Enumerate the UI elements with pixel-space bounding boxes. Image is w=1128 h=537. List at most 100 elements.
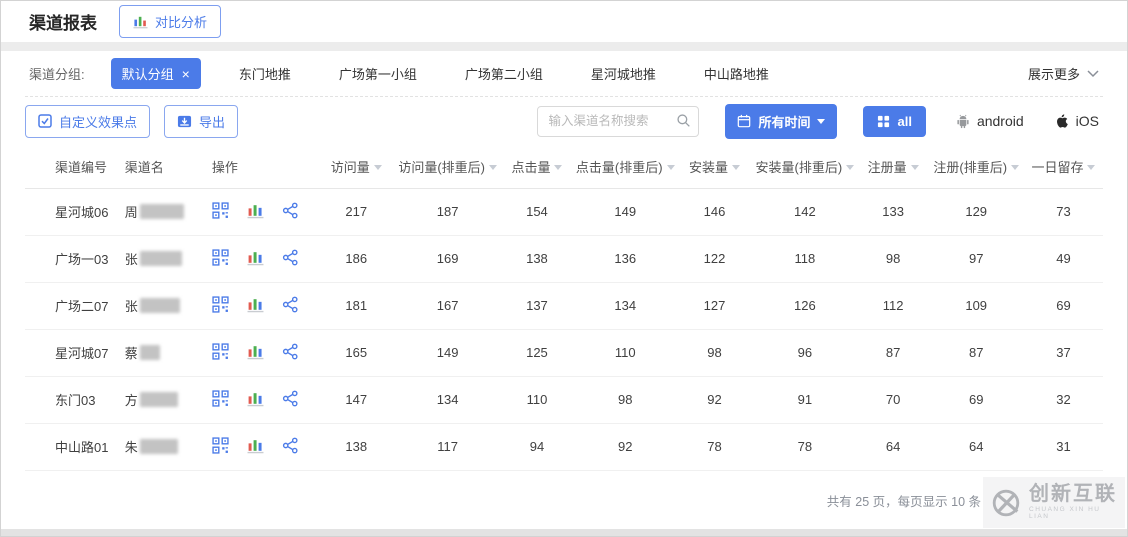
bar-chart-icon[interactable]: [247, 390, 264, 407]
channel-name-cell: 朱: [124, 423, 212, 471]
selected-group-label: 默认分组: [121, 67, 174, 82]
platform-android-button[interactable]: android: [956, 113, 1024, 129]
metric-cell: 87: [928, 329, 1024, 377]
bar-chart-icon[interactable]: [247, 296, 264, 313]
share-icon[interactable]: [282, 296, 299, 313]
platform-ios-label: iOS: [1075, 113, 1099, 129]
metric-cell: 96: [751, 329, 858, 377]
redacted-name-block: [139, 298, 180, 313]
sort-icon[interactable]: [488, 163, 497, 170]
export-button[interactable]: 导出: [164, 104, 239, 138]
remove-group-icon[interactable]: ×: [182, 67, 190, 81]
column-label: 注册量: [867, 159, 907, 175]
toolbar: 自定义效果点 导出 所有时间: [1, 97, 1127, 145]
column-header-6[interactable]: 点击量(排重后): [573, 145, 678, 189]
sort-icon[interactable]: [846, 163, 855, 170]
metric-cell: 187: [394, 188, 501, 236]
group-tab-2[interactable]: 广场第二小组: [465, 64, 543, 83]
group-tab-1[interactable]: 广场第一小组: [339, 64, 417, 83]
metric-cell: 87: [857, 329, 929, 377]
column-header-8[interactable]: 安装量(排重后): [751, 145, 858, 189]
channel-id-cell: 星河城06: [25, 188, 125, 236]
metric-cell: 136: [573, 235, 678, 283]
metric-cell: 110: [500, 376, 574, 424]
export-icon: [177, 115, 192, 127]
sort-icon[interactable]: [1011, 163, 1020, 170]
group-tab-0[interactable]: 东门地推: [239, 64, 291, 83]
sort-icon[interactable]: [910, 163, 919, 170]
qrcode-icon[interactable]: [212, 389, 229, 407]
column-header-7[interactable]: 安装量: [677, 145, 752, 189]
apple-icon: [1056, 114, 1068, 128]
column-label: 访问量(排重后): [398, 159, 485, 175]
row-actions-cell: [211, 188, 318, 236]
column-header-10[interactable]: 注册(排重后): [928, 145, 1024, 189]
metric-cell: 64: [928, 423, 1024, 471]
share-icon[interactable]: [282, 390, 299, 407]
bar-chart-icon[interactable]: [247, 343, 264, 360]
channel-name-text: 张: [124, 299, 138, 314]
share-icon[interactable]: [282, 343, 299, 360]
metric-cell: 138: [317, 423, 395, 471]
channel-search-input[interactable]: [537, 105, 700, 137]
group-tab-4[interactable]: 中山路地推: [704, 64, 769, 83]
column-header-3[interactable]: 访问量: [317, 145, 395, 189]
metric-cell: 165: [317, 329, 395, 377]
metric-cell: 127: [677, 282, 752, 330]
checkbox-icon: [38, 114, 52, 128]
metric-cell: 70: [857, 376, 929, 424]
calendar-icon: [738, 114, 751, 128]
search-icon[interactable]: [676, 113, 691, 128]
selected-group-tag[interactable]: 默认分组 ×: [110, 58, 201, 89]
metric-cell: 97: [928, 235, 1024, 283]
custom-effect-points-button[interactable]: 自定义效果点: [25, 104, 151, 138]
table-row: 星河城07 蔡 165 149 125 110 98 96 87 87 37: [25, 329, 1103, 377]
sort-icon[interactable]: [666, 163, 675, 170]
column-header-11[interactable]: 一日留存: [1023, 145, 1103, 189]
channel-name-cell: 张: [124, 235, 212, 283]
metric-cell: 169: [394, 235, 501, 283]
time-filter-button[interactable]: 所有时间: [725, 103, 838, 139]
table-header-row: 渠道编号 渠道名 操作 访问量 访问量(排重后) 点击量 点击量(排重后) 安装量 安装量(排重…: [25, 145, 1103, 189]
sort-icon[interactable]: [1087, 163, 1096, 170]
column-header-9[interactable]: 注册量: [857, 145, 929, 189]
metric-cell: 98: [573, 376, 678, 424]
qrcode-icon[interactable]: [212, 342, 229, 360]
column-header-0: 渠道编号: [25, 145, 125, 189]
qrcode-icon[interactable]: [212, 436, 229, 454]
bar-chart-icon[interactable]: [247, 249, 264, 266]
qrcode-icon[interactable]: [212, 248, 229, 266]
table-row: 广场二07 张 181 167 137 134 127 126 112 109 69: [25, 282, 1103, 330]
sort-icon[interactable]: [732, 163, 741, 170]
column-header-4[interactable]: 访问量(排重后): [394, 145, 501, 189]
metric-cell: 186: [317, 235, 395, 283]
metric-cell: 125: [500, 329, 574, 377]
export-label: 导出: [199, 114, 226, 130]
row-actions-cell: [211, 329, 318, 377]
channel-name-cell: 方: [124, 376, 212, 424]
column-header-2: 操作: [211, 145, 318, 189]
bottom-edge: [1, 529, 1127, 536]
sort-icon[interactable]: [554, 163, 563, 170]
bar-chart-icon[interactable]: [247, 202, 264, 219]
platform-all-button[interactable]: all: [863, 105, 926, 137]
metric-cell: 149: [394, 329, 501, 377]
group-filter-label: 渠道分组:: [29, 67, 85, 82]
show-more-toggle[interactable]: 展示更多: [1028, 64, 1099, 83]
column-header-5[interactable]: 点击量: [500, 145, 574, 189]
metric-cell: 147: [317, 376, 395, 424]
channel-table: 渠道编号 渠道名 操作 访问量 访问量(排重后) 点击量 点击量(排重后) 安装量 安装量(排重…: [25, 145, 1103, 471]
sort-icon[interactable]: [373, 163, 382, 170]
channel-id-cell: 广场二07: [25, 282, 125, 330]
column-label: 操作: [211, 159, 238, 175]
share-icon[interactable]: [282, 437, 299, 454]
platform-ios-button[interactable]: iOS: [1054, 113, 1099, 129]
group-tab-3[interactable]: 星河城地推: [591, 64, 656, 83]
compare-analysis-button[interactable]: 对比分析: [119, 5, 222, 38]
bar-chart-icon[interactable]: [247, 437, 264, 454]
qrcode-icon[interactable]: [212, 201, 229, 219]
qrcode-icon[interactable]: [212, 295, 229, 313]
share-icon[interactable]: [282, 249, 299, 266]
metric-cell: 73: [1023, 188, 1103, 236]
share-icon[interactable]: [282, 202, 299, 219]
